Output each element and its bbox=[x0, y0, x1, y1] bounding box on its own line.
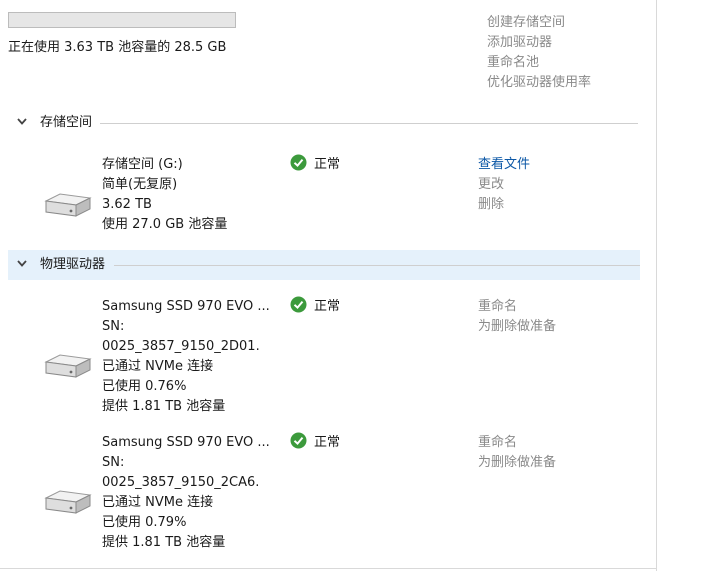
drive-sn-label: SN: bbox=[102, 455, 125, 470]
drive-status: 正常 bbox=[290, 296, 340, 316]
drive-serial: 0025_3857_9150_2D01. bbox=[102, 339, 260, 354]
change-link[interactable]: 更改 bbox=[478, 175, 530, 195]
storage-spaces-header[interactable]: 存储空间 bbox=[8, 108, 638, 138]
physical-drives-header[interactable]: 物理驱动器 bbox=[8, 250, 640, 280]
hard-drive-icon bbox=[44, 354, 92, 378]
panel-bottom-border bbox=[0, 568, 657, 569]
drive-info: Samsung SSD 970 EVO ... SN: 0025_3857_91… bbox=[102, 433, 270, 553]
drive-info: Samsung SSD 970 EVO ... SN: 0025_3857_91… bbox=[102, 297, 270, 417]
view-files-link[interactable]: 查看文件 bbox=[478, 155, 530, 175]
status-text: 正常 bbox=[314, 435, 341, 450]
space-status: 正常 bbox=[290, 154, 340, 174]
status-text: 正常 bbox=[314, 299, 341, 314]
pool-actions: 创建存储空间 添加驱动器 重命名池 优化驱动器使用率 bbox=[487, 13, 591, 93]
storage-pool-panel: 正在使用 3.63 TB 池容量的 28.5 GB 创建存储空间 添加驱动器 重… bbox=[0, 0, 723, 571]
check-circle-icon bbox=[290, 154, 307, 171]
optimize-usage-link[interactable]: 优化驱动器使用率 bbox=[487, 73, 591, 93]
space-name: 存储空间 (G:) bbox=[102, 157, 183, 172]
physical-drives-title: 物理驱动器 bbox=[40, 257, 106, 272]
space-size: 3.62 TB bbox=[102, 197, 152, 212]
status-text: 正常 bbox=[314, 157, 341, 172]
rename-drive-link[interactable]: 重命名 bbox=[478, 297, 556, 317]
hard-drive-icon bbox=[44, 490, 92, 514]
drive-connection: 已通过 NVMe 连接 bbox=[102, 495, 214, 510]
check-circle-icon bbox=[290, 432, 307, 449]
drive-serial: 0025_3857_9150_2CA6. bbox=[102, 475, 260, 490]
drive-actions: 重命名 为删除做准备 bbox=[478, 433, 556, 473]
drive-name: Samsung SSD 970 EVO ... bbox=[102, 435, 270, 450]
chevron-down-icon[interactable] bbox=[16, 116, 28, 128]
prepare-removal-link[interactable]: 为删除做准备 bbox=[478, 453, 556, 473]
space-pool-usage: 使用 27.0 GB 池容量 bbox=[102, 217, 228, 232]
hard-drive-icon bbox=[44, 193, 92, 217]
rename-pool-link[interactable]: 重命名池 bbox=[487, 53, 591, 73]
drive-connection: 已通过 NVMe 连接 bbox=[102, 359, 214, 374]
pool-usage-bar bbox=[8, 12, 236, 28]
drive-name: Samsung SSD 970 EVO ... bbox=[102, 299, 270, 314]
delete-link[interactable]: 删除 bbox=[478, 195, 530, 215]
storage-spaces-title: 存储空间 bbox=[40, 115, 93, 130]
pool-usage-text: 正在使用 3.63 TB 池容量的 28.5 GB bbox=[8, 40, 227, 55]
check-circle-icon bbox=[290, 296, 307, 313]
chevron-down-icon[interactable] bbox=[16, 258, 28, 270]
drive-sn-label: SN: bbox=[102, 319, 125, 334]
rename-drive-link[interactable]: 重命名 bbox=[478, 433, 556, 453]
drive-actions: 重命名 为删除做准备 bbox=[478, 297, 556, 337]
drive-used: 已使用 0.76% bbox=[102, 379, 187, 394]
panel-right-border bbox=[656, 0, 657, 571]
storage-space-info: 存储空间 (G:) 简单(无复原) 3.62 TB 使用 27.0 GB 池容量 bbox=[102, 155, 227, 235]
drive-status: 正常 bbox=[290, 432, 340, 452]
space-actions: 查看文件 更改 删除 bbox=[478, 155, 530, 215]
drive-capacity: 提供 1.81 TB 池容量 bbox=[102, 399, 226, 414]
space-resiliency: 简单(无复原) bbox=[102, 177, 178, 192]
prepare-removal-link[interactable]: 为删除做准备 bbox=[478, 317, 556, 337]
section-divider bbox=[100, 123, 638, 124]
drive-capacity: 提供 1.81 TB 池容量 bbox=[102, 535, 226, 550]
drive-used: 已使用 0.79% bbox=[102, 515, 187, 530]
create-space-link[interactable]: 创建存储空间 bbox=[487, 13, 591, 33]
add-drives-link[interactable]: 添加驱动器 bbox=[487, 33, 591, 53]
section-divider bbox=[114, 265, 640, 266]
